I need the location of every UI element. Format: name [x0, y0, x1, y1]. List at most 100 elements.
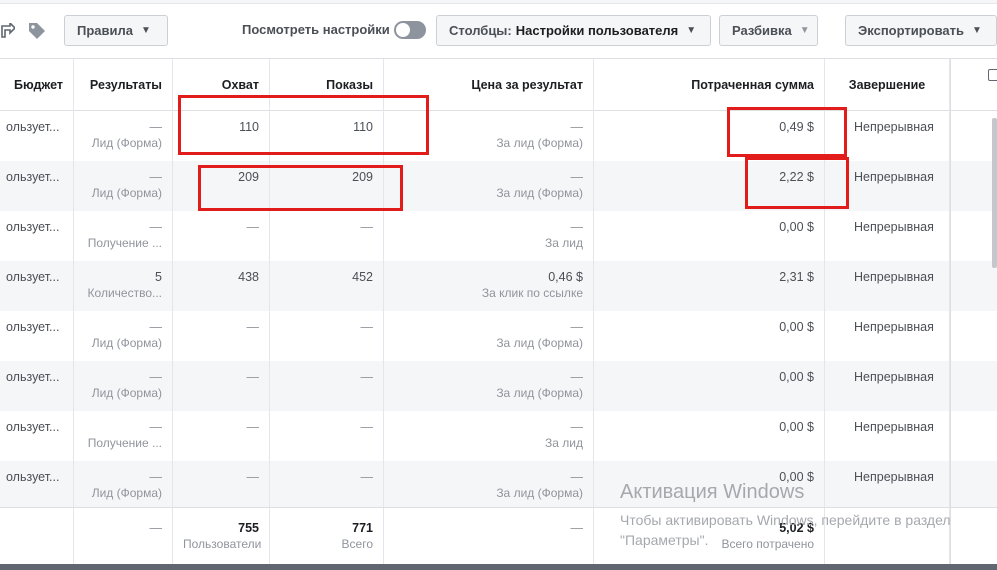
col-header-amount-spent[interactable]: Потраченная сумма: [594, 59, 825, 111]
cell-cpr: — За лид (Форма): [384, 161, 594, 211]
cell-impressions: —: [270, 461, 384, 511]
table-header: Бюджет Результаты Охват Показы Цена за р…: [0, 58, 997, 111]
cell-cpr-value: —: [570, 470, 584, 484]
cell-reach-value: 438: [238, 270, 259, 284]
table-row[interactable]: ользует... — Получение ... — — — За лид 0,00 $ Н…: [0, 211, 997, 261]
cell-results-label: Количество...: [87, 286, 162, 300]
vertical-scrollbar[interactable]: [992, 118, 997, 268]
caret-down-icon: ▼: [972, 25, 982, 36]
table-row[interactable]: ользует... — Получение ... — — — За лид 0,00 $ Н…: [0, 411, 997, 461]
cell-results-label: Получение ...: [87, 236, 162, 250]
ads-table: Бюджет Результаты Охват Показы Цена за р…: [0, 58, 997, 570]
cell-end-value: Непрерывная: [854, 320, 934, 334]
cell-budget: ользует...: [0, 111, 74, 161]
caret-down-icon: ▼: [686, 25, 697, 36]
table-row[interactable]: ользует... — Лид (Форма) — — — За лид (Форма) 0…: [0, 311, 997, 361]
total-impressions-value: 771: [352, 521, 373, 535]
export-button[interactable]: Экспортировать ▼: [845, 15, 997, 46]
total-impressions-sub: Всего: [341, 537, 373, 551]
cell-end: Непрерывная: [825, 261, 950, 311]
rules-label: Правила: [77, 23, 133, 38]
tag-icon[interactable]: [26, 15, 48, 46]
columns-button[interactable]: Столбцы: Настройки пользователя ▼: [436, 15, 711, 46]
cell-budget-value: ользует...: [6, 470, 60, 484]
total-budget: [0, 508, 74, 570]
table-row[interactable]: ользует... 5 Количество... 438 452 0,46 $ За к…: [0, 261, 997, 311]
export-label: Экспортировать: [858, 23, 965, 38]
cell-cpr: — За лид: [384, 211, 594, 261]
cell-results-value: —: [149, 420, 163, 434]
cell-cpr-value: —: [570, 370, 584, 384]
cell-results-label: Лид (Форма): [91, 136, 162, 150]
cell-impressions-value: —: [360, 370, 374, 384]
cell-results-label: Получение ...: [87, 436, 162, 450]
table-row[interactable]: ользует... — Лид (Форма) — — — За лид (Форма) 0…: [0, 461, 997, 511]
cell-budget: ользует...: [0, 161, 74, 211]
breakdown-button[interactable]: Разбивка ▼: [719, 15, 818, 46]
cell-reach-value: —: [246, 420, 260, 434]
cell-cpr-value: —: [570, 320, 584, 334]
columns-value: Настройки пользователя: [515, 23, 679, 38]
cell-spent-value: 0,00 $: [779, 370, 814, 384]
cell-end-value: Непрерывная: [854, 420, 934, 434]
cell-impressions: —: [270, 311, 384, 361]
cell-results-label: Лид (Форма): [91, 186, 162, 200]
cell-end-value: Непрерывная: [854, 370, 934, 384]
cell-impressions: —: [270, 361, 384, 411]
right-gutter: [950, 58, 997, 570]
cell-impressions-value: —: [360, 320, 374, 334]
cell-impressions-value: 452: [352, 270, 373, 284]
cell-cpr-label: За клик по ссылке: [481, 286, 583, 300]
cell-impressions-value: —: [360, 470, 374, 484]
cell-budget-value: ользует...: [6, 420, 60, 434]
total-results-value: —: [149, 521, 163, 535]
cell-spent-value: 0,00 $: [779, 220, 814, 234]
watermark-subtitle: Чтобы активировать Windows, перейдите в …: [620, 512, 951, 548]
cell-reach: —: [173, 411, 270, 461]
cell-reach-value: —: [246, 320, 260, 334]
cell-spent: 0,00 $: [594, 361, 825, 411]
col-header-results[interactable]: Результаты: [74, 59, 173, 111]
cell-end-value: Непрерывная: [854, 270, 934, 284]
cell-budget-value: ользует...: [6, 270, 60, 284]
cell-end-value: Непрерывная: [854, 220, 934, 234]
cell-cpr-label: За лид: [545, 236, 583, 250]
cell-cpr-value: —: [570, 420, 584, 434]
watermark-title: Активация Windows: [620, 481, 805, 503]
cell-reach-value: —: [246, 470, 260, 484]
view-settings-toggle[interactable]: [394, 21, 426, 39]
horizontal-scrollbar[interactable]: [0, 564, 997, 570]
cell-results-value: —: [149, 320, 163, 334]
cell-budget-value: ользует...: [6, 220, 60, 234]
table-row[interactable]: ользует... — Лид (Форма) 110 110— За лид (Фор…: [0, 111, 997, 161]
cell-cpr-value: —: [570, 170, 584, 184]
highlight-box-row2-reach: [198, 165, 403, 211]
table-row[interactable]: ользует... — Лид (Форма) — — — За лид (Форма) 0…: [0, 361, 997, 411]
cell-results: — Получение ...: [74, 411, 173, 461]
share-icon[interactable]: [0, 15, 16, 46]
cell-reach: —: [173, 461, 270, 511]
cell-cpr-label: За лид (Форма): [496, 486, 583, 500]
cell-spent: 0,00 $: [594, 311, 825, 361]
cell-results: — Лид (Форма): [74, 361, 173, 411]
cell-spent-value: 2,31 $: [779, 270, 814, 284]
cell-cpr-label: За лид: [545, 436, 583, 450]
cell-budget-value: ользует...: [6, 120, 60, 134]
cell-results-value: —: [149, 370, 163, 384]
highlight-box-row2-spent: [745, 157, 849, 209]
cell-spent: 0,00 $: [594, 211, 825, 261]
cell-impressions-value: —: [360, 420, 374, 434]
cell-cpr-label: За лид (Форма): [496, 386, 583, 400]
cell-end-value: Непрерывная: [854, 120, 934, 134]
cell-results: — Получение ...: [74, 211, 173, 261]
cell-impressions-value: —: [360, 220, 374, 234]
cell-reach: 438: [173, 261, 270, 311]
col-header-ends[interactable]: Завершение: [825, 59, 950, 111]
rules-button[interactable]: Правила ▼: [64, 15, 168, 46]
cell-budget-value: ользует...: [6, 370, 60, 384]
highlight-box-row1-reach: [178, 95, 429, 155]
total-reach-sub: Пользователи: [183, 537, 262, 551]
col-header-budget[interactable]: Бюджет: [0, 59, 74, 111]
cell-spent: 2,31 $: [594, 261, 825, 311]
cell-end: Непрерывная: [825, 311, 950, 361]
